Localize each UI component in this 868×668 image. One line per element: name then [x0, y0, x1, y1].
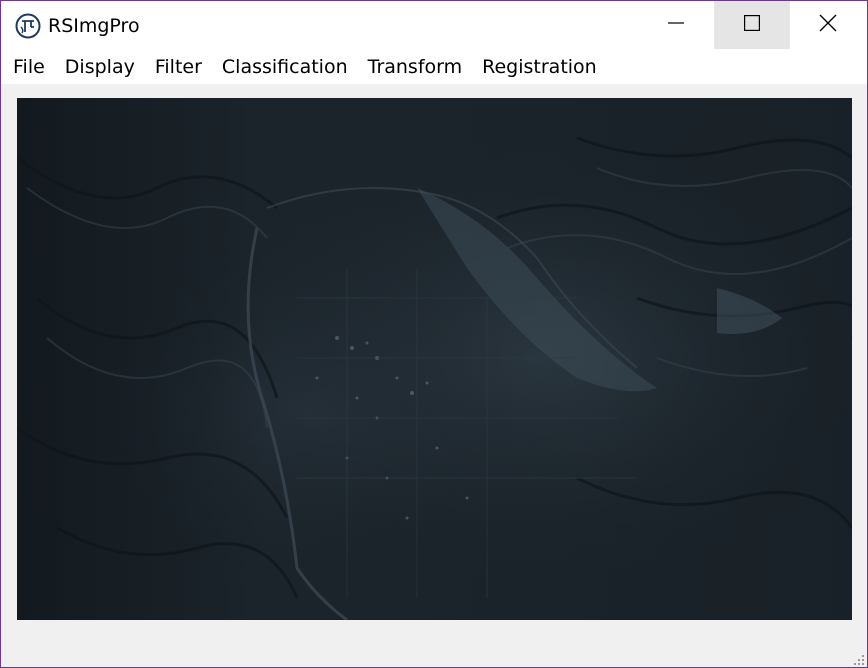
menu-display[interactable]: Display — [55, 51, 145, 84]
menu-filter[interactable]: Filter — [145, 51, 212, 84]
window-title: RSImgPro — [48, 15, 140, 37]
size-grip-icon[interactable] — [853, 653, 865, 665]
close-icon — [819, 14, 837, 37]
title-bar[interactable]: RSImgPro — [1, 1, 867, 51]
maximize-icon — [744, 14, 761, 36]
satellite-image[interactable] — [17, 98, 852, 620]
app-window: RSImgPro File Display Filter Classificat… — [0, 0, 868, 668]
app-logo-icon — [15, 13, 41, 39]
menu-registration[interactable]: Registration — [472, 51, 607, 84]
menu-transform[interactable]: Transform — [358, 51, 473, 84]
close-button[interactable] — [790, 1, 866, 49]
maximize-button[interactable] — [714, 1, 790, 49]
minimize-button[interactable] — [638, 1, 714, 49]
satellite-image-graphic — [17, 98, 852, 620]
minimize-icon — [668, 15, 684, 36]
client-area — [1, 84, 867, 667]
menu-file[interactable]: File — [1, 51, 55, 84]
menu-classification[interactable]: Classification — [212, 51, 358, 84]
menu-bar: File Display Filter Classification Trans… — [1, 51, 867, 84]
